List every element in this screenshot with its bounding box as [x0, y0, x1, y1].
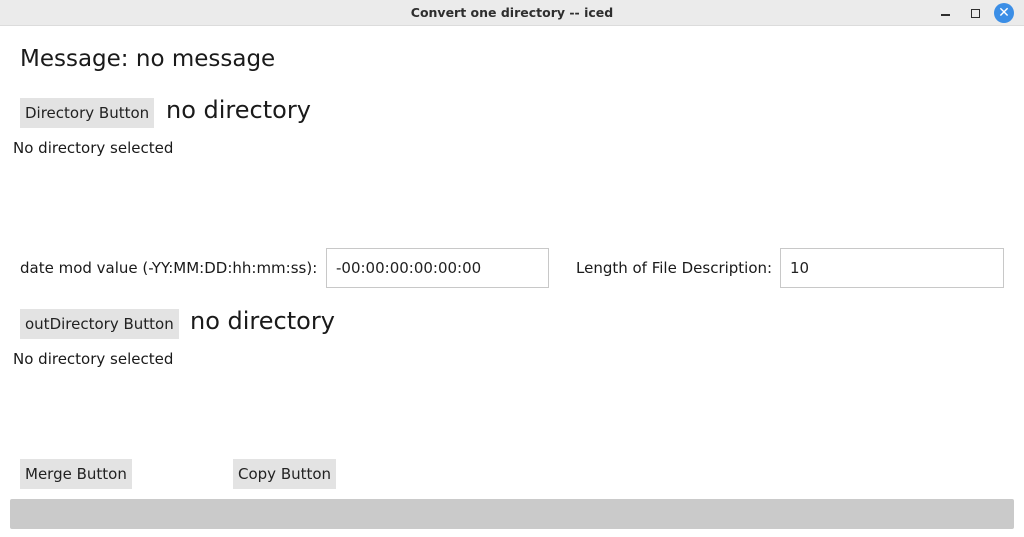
file-description-length-label: Length of File Description: [576, 259, 773, 277]
file-description-length-input[interactable] [780, 248, 1004, 288]
out-directory-path: no directory [190, 307, 335, 335]
close-button[interactable]: ✕ [994, 3, 1014, 23]
progress-bar [10, 499, 1014, 529]
close-icon: ✕ [994, 3, 1014, 23]
minimize-icon [940, 14, 950, 16]
message-text: Message: no message [20, 46, 276, 72]
date-mod-input[interactable] [326, 248, 549, 288]
copy-button[interactable]: Copy Button [233, 459, 337, 489]
directory-status: No directory selected [13, 139, 174, 157]
maximize-button[interactable] [965, 3, 985, 23]
out-directory-status: No directory selected [13, 350, 174, 368]
directory-button[interactable]: Directory Button [20, 98, 155, 128]
window-title: Convert one directory -- iced [410, 5, 614, 20]
minimize-button[interactable] [935, 3, 955, 23]
out-directory-button[interactable]: outDirectory Button [20, 309, 179, 339]
date-mod-label: date mod value (-YY:MM:DD:hh:mm:ss): [20, 259, 318, 277]
window-titlebar: Convert one directory -- iced ✕ [0, 0, 1024, 26]
merge-button[interactable]: Merge Button [20, 459, 132, 489]
maximize-icon [970, 8, 980, 18]
directory-path: no directory [166, 96, 311, 124]
